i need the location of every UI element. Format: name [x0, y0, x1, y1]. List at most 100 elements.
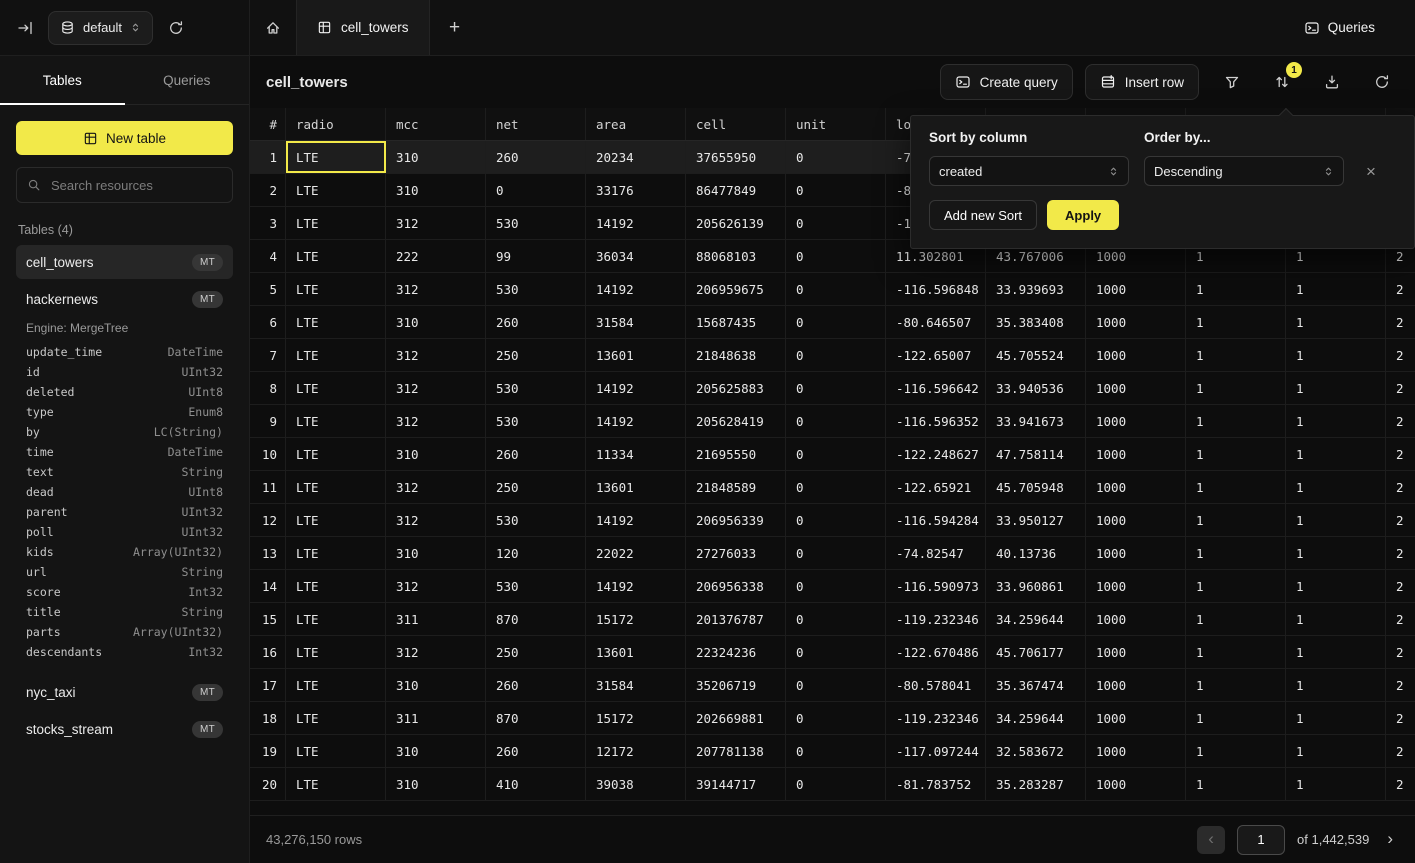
table-cell[interactable]: 35.283287 — [986, 768, 1086, 800]
row-index[interactable]: 16 — [250, 636, 286, 668]
table-cell[interactable]: 0 — [786, 570, 886, 602]
table-cell[interactable]: 310 — [386, 537, 486, 569]
table-cell[interactable]: 310 — [386, 141, 486, 173]
column-header[interactable]: mcc — [386, 108, 486, 140]
table-cell[interactable]: 14192 — [586, 504, 686, 536]
sort-column-select[interactable]: created — [929, 156, 1129, 186]
sort-button[interactable]: 1 — [1265, 65, 1299, 99]
table-cell[interactable]: 1 — [1286, 570, 1386, 602]
table-cell[interactable]: LTE — [286, 570, 386, 602]
table-cell[interactable]: 530 — [486, 504, 586, 536]
prev-page-button[interactable]: ‹ — [1197, 826, 1225, 854]
table-cell[interactable]: 0 — [786, 339, 886, 371]
table-cell[interactable]: 206959675 — [686, 273, 786, 305]
table-cell[interactable]: 2 — [1386, 372, 1415, 404]
table-cell[interactable]: 39038 — [586, 768, 686, 800]
table-cell[interactable]: 37655950 — [686, 141, 786, 173]
table-cell[interactable]: 310 — [386, 438, 486, 470]
table-cell[interactable]: 2 — [1386, 339, 1415, 371]
table-cell[interactable]: 1000 — [1086, 372, 1186, 404]
table-cell[interactable]: LTE — [286, 603, 386, 635]
table-row[interactable]: 8LTE312530141922056258830-116.59664233.9… — [250, 372, 1415, 405]
table-cell[interactable]: 1 — [1186, 669, 1286, 701]
row-index[interactable]: 9 — [250, 405, 286, 437]
new-tab-button[interactable]: + — [430, 0, 480, 55]
table-cell[interactable]: 120 — [486, 537, 586, 569]
table-cell[interactable]: 312 — [386, 273, 486, 305]
table-cell[interactable]: 1 — [1286, 438, 1386, 470]
page-number-input[interactable] — [1237, 825, 1285, 855]
table-cell[interactable]: 14192 — [586, 405, 686, 437]
table-cell[interactable]: 311 — [386, 603, 486, 635]
table-cell[interactable]: 31584 — [586, 306, 686, 338]
table-cell[interactable]: 15172 — [586, 702, 686, 734]
sidebar-table-stocks_stream[interactable]: stocks_streamMT — [16, 712, 233, 746]
table-cell[interactable]: 0 — [786, 306, 886, 338]
table-cell[interactable]: 1 — [1186, 636, 1286, 668]
table-cell[interactable]: 0 — [786, 372, 886, 404]
table-cell[interactable]: 1 — [1186, 273, 1286, 305]
row-index[interactable]: 11 — [250, 471, 286, 503]
table-cell[interactable]: 2 — [1386, 669, 1415, 701]
table-cell[interactable]: 22324236 — [686, 636, 786, 668]
table-cell[interactable]: 0 — [786, 537, 886, 569]
table-cell[interactable]: 0 — [786, 141, 886, 173]
table-cell[interactable]: LTE — [286, 537, 386, 569]
table-cell[interactable]: 260 — [486, 438, 586, 470]
table-cell[interactable]: 2 — [1386, 768, 1415, 800]
table-cell[interactable]: LTE — [286, 735, 386, 767]
refresh-table-button[interactable] — [1365, 65, 1399, 99]
table-cell[interactable]: 27276033 — [686, 537, 786, 569]
table-cell[interactable]: 260 — [486, 141, 586, 173]
table-cell[interactable]: -116.596352 — [886, 405, 986, 437]
table-cell[interactable]: 1 — [1286, 504, 1386, 536]
table-cell[interactable]: 260 — [486, 735, 586, 767]
table-cell[interactable]: 1000 — [1086, 603, 1186, 635]
table-row[interactable]: 10LTE31026011334216955500-122.24862747.7… — [250, 438, 1415, 471]
table-cell[interactable]: -116.596642 — [886, 372, 986, 404]
table-cell[interactable]: 312 — [386, 207, 486, 239]
table-row[interactable]: 16LTE31225013601223242360-122.67048645.7… — [250, 636, 1415, 669]
row-index[interactable]: 15 — [250, 603, 286, 635]
table-cell[interactable]: 310 — [386, 669, 486, 701]
table-cell[interactable]: -117.097244 — [886, 735, 986, 767]
table-cell[interactable]: 1 — [1286, 372, 1386, 404]
apply-sort-button[interactable]: Apply — [1047, 200, 1119, 230]
table-cell[interactable]: 1000 — [1086, 438, 1186, 470]
row-index[interactable]: 20 — [250, 768, 286, 800]
table-cell[interactable]: 1000 — [1086, 735, 1186, 767]
next-page-button[interactable]: › — [1381, 828, 1399, 851]
table-cell[interactable]: 0 — [786, 768, 886, 800]
table-cell[interactable]: 0 — [786, 669, 886, 701]
table-cell[interactable]: 99 — [486, 240, 586, 272]
table-cell[interactable]: 45.706177 — [986, 636, 1086, 668]
row-index[interactable]: 8 — [250, 372, 286, 404]
table-cell[interactable]: 11334 — [586, 438, 686, 470]
table-cell[interactable]: 45.705524 — [986, 339, 1086, 371]
table-cell[interactable]: 206956339 — [686, 504, 786, 536]
table-cell[interactable]: 20234 — [586, 141, 686, 173]
table-cell[interactable]: 0 — [786, 273, 886, 305]
table-cell[interactable]: 34.259644 — [986, 702, 1086, 734]
table-cell[interactable]: 1000 — [1086, 471, 1186, 503]
search-input[interactable] — [49, 177, 222, 194]
table-cell[interactable]: 530 — [486, 570, 586, 602]
table-cell[interactable]: LTE — [286, 372, 386, 404]
table-cell[interactable]: 530 — [486, 405, 586, 437]
table-cell[interactable]: LTE — [286, 471, 386, 503]
table-cell[interactable]: 33.941673 — [986, 405, 1086, 437]
table-cell[interactable]: 14192 — [586, 372, 686, 404]
table-cell[interactable]: 260 — [486, 669, 586, 701]
table-cell[interactable]: 88068103 — [686, 240, 786, 272]
table-cell[interactable]: 1000 — [1086, 669, 1186, 701]
table-cell[interactable]: 250 — [486, 339, 586, 371]
row-index[interactable]: 3 — [250, 207, 286, 239]
table-cell[interactable]: 2 — [1386, 636, 1415, 668]
sidebar-tab-queries[interactable]: Queries — [125, 56, 250, 104]
table-cell[interactable]: 310 — [386, 735, 486, 767]
table-cell[interactable]: LTE — [286, 141, 386, 173]
table-row[interactable]: 20LTE31041039038391447170-81.78375235.28… — [250, 768, 1415, 801]
table-cell[interactable]: 1 — [1186, 537, 1286, 569]
table-cell[interactable]: 2 — [1386, 504, 1415, 536]
table-cell[interactable]: 311 — [386, 702, 486, 734]
